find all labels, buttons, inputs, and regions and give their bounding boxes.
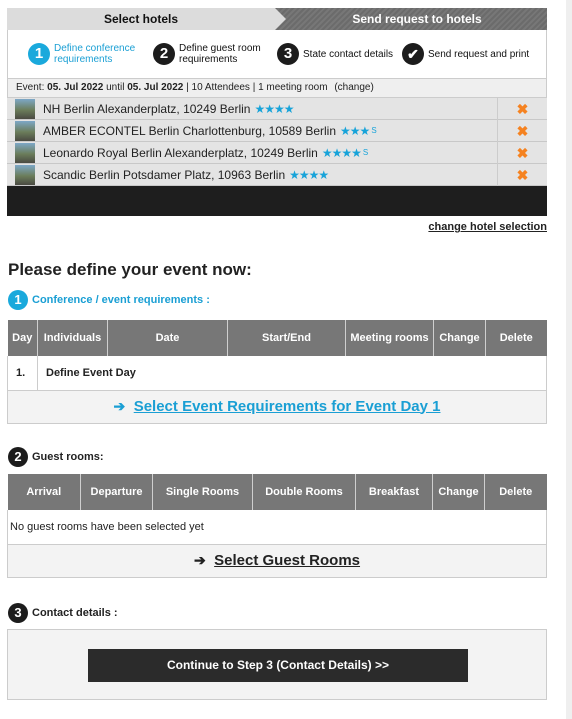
step-send: ✔ Send request and print xyxy=(402,30,529,78)
contact-panel: Continue to Step 3 (Contact Details) >> xyxy=(7,629,547,700)
step-2-label: Define guest room requirements xyxy=(179,43,261,65)
select-event-requirements-link[interactable]: Select Event Requirements for Event Day … xyxy=(134,398,441,415)
tab-send-request[interactable]: Send request to hotels xyxy=(275,8,547,30)
event-summary: Event: 05. Jul 2022 until 05. Jul 2022 |… xyxy=(7,78,547,98)
guest-rooms-heading: 2 Guest rooms: xyxy=(8,447,104,467)
page-title: Please define your event now: xyxy=(8,260,252,279)
step-guest-rooms: 2 Define guest room requirements xyxy=(153,30,277,78)
remove-hotel-icon[interactable]: ✖ xyxy=(497,163,547,186)
hotel-row: AMBER ECONTEL Berlin Charlottenburg, 105… xyxy=(7,119,547,142)
contact-heading: 3 Contact details : xyxy=(8,603,118,623)
hotel-row: Leonardo Royal Berlin Alexanderplatz, 10… xyxy=(7,141,547,164)
superior-badge: S xyxy=(371,126,377,135)
select-event-requirements-cell: ➔ Select Event Requirements for Event Da… xyxy=(7,389,547,424)
star-rating-icon: ★★★ xyxy=(340,123,370,138)
day-number: 1. xyxy=(7,356,38,391)
define-event-day: Define Event Day xyxy=(37,356,547,391)
step-1-icon: 1 xyxy=(28,43,50,65)
scrollbar[interactable] xyxy=(566,0,572,719)
change-hotel-selection-link[interactable]: change hotel selection xyxy=(428,221,547,233)
event-until: until xyxy=(106,82,125,93)
column-header: Change xyxy=(432,474,485,510)
column-header: Delete xyxy=(485,320,547,356)
hotel-photo xyxy=(15,142,35,163)
arrow-right-icon: ➔ xyxy=(193,551,206,568)
hotel-name[interactable]: NH Berlin Alexanderplatz, 10249 Berlin xyxy=(43,102,250,116)
column-header: Breakfast xyxy=(355,474,433,510)
tab-select-hotels[interactable]: Select hotels xyxy=(7,8,286,30)
column-header: Double Rooms xyxy=(252,474,356,510)
event-prefix: Event: xyxy=(16,82,45,93)
table-row: ➔ Select Event Requirements for Event Da… xyxy=(7,389,547,424)
column-header: Start/End xyxy=(227,320,346,356)
step-4-label: Send request and print xyxy=(428,48,530,60)
contact-heading-label: Contact details : xyxy=(32,607,118,619)
column-header: Departure xyxy=(80,474,153,510)
column-header: Single Rooms xyxy=(152,474,253,510)
hotel-photo xyxy=(15,98,35,119)
step-contact: 3 State contact details xyxy=(277,30,402,78)
guest-rooms-table: Arrival Departure Single Rooms Double Ro… xyxy=(7,474,547,578)
hotel-name[interactable]: Leonardo Royal Berlin Alexanderplatz, 10… xyxy=(43,146,318,160)
hotel-photo xyxy=(15,164,35,185)
wizard-steps: 1 Define conference requirements 2 Defin… xyxy=(7,30,547,78)
step-2-icon: 2 xyxy=(153,43,175,65)
event-end-date: 05. Jul 2022 xyxy=(127,82,184,93)
event-change-link[interactable]: (change) xyxy=(334,82,373,93)
conference-table: Day Individuals Date Start/End Meeting r… xyxy=(7,320,547,424)
table-row: No guest rooms have been selected yet xyxy=(7,510,547,545)
step-1-label: Define conference requirements xyxy=(54,43,136,65)
table-row: ➔ Select Guest Rooms xyxy=(7,543,547,578)
guest-rooms-heading-label: Guest rooms: xyxy=(32,451,104,463)
column-header: Change xyxy=(433,320,486,356)
remove-hotel-icon[interactable]: ✖ xyxy=(497,119,547,142)
arrow-right-icon: ➔ xyxy=(113,397,126,414)
remove-hotel-icon[interactable]: ✖ xyxy=(497,97,547,120)
hotel-row: Scandic Berlin Potsdamer Platz, 10963 Be… xyxy=(7,163,547,186)
step-1-badge-icon: 1 xyxy=(8,290,28,310)
hotel-row: NH Berlin Alexanderplatz, 10249 Berlin ★… xyxy=(7,97,547,120)
column-header: Arrival xyxy=(7,474,81,510)
wizard-tabs: Select hotels Send request to hotels xyxy=(7,8,547,30)
select-guest-rooms-link[interactable]: Select Guest Rooms xyxy=(214,552,360,569)
hotel-photo xyxy=(15,120,35,141)
column-header: Individuals xyxy=(37,320,108,356)
step-3-badge-icon: 3 xyxy=(8,603,28,623)
event-details: | 10 Attendees | 1 meeting room xyxy=(186,82,328,93)
select-guest-rooms-cell: ➔ Select Guest Rooms xyxy=(7,543,547,578)
star-rating-icon: ★★★★ xyxy=(321,145,362,160)
star-rating-icon: ★★★★ xyxy=(254,101,294,116)
column-header: Meeting rooms xyxy=(345,320,434,356)
column-header: Date xyxy=(107,320,228,356)
conference-heading-label: Conference / event requirements : xyxy=(32,294,210,306)
selected-hotels: Event: 05. Jul 2022 until 05. Jul 2022 |… xyxy=(7,78,547,216)
star-rating-icon: ★★★★ xyxy=(289,167,329,182)
continue-step-3-button[interactable]: Continue to Step 3 (Contact Details) >> xyxy=(88,649,468,682)
remove-hotel-icon[interactable]: ✖ xyxy=(497,141,547,164)
column-header: Day xyxy=(7,320,38,356)
event-start-date: 05. Jul 2022 xyxy=(47,82,104,93)
empty-message: No guest rooms have been selected yet xyxy=(7,510,547,545)
step-conference: 1 Define conference requirements xyxy=(28,30,153,78)
table-row: 1. Define Event Day xyxy=(7,356,547,391)
step-3-label: State contact details xyxy=(303,48,394,60)
superior-badge: S xyxy=(362,148,369,157)
column-header: Delete xyxy=(484,474,547,510)
hotel-name[interactable]: AMBER ECONTEL Berlin Charlottenburg, 105… xyxy=(43,124,336,138)
step-3-icon: 3 xyxy=(277,43,299,65)
step-2-badge-icon: 2 xyxy=(8,447,28,467)
hotel-name[interactable]: Scandic Berlin Potsdamer Platz, 10963 Be… xyxy=(43,168,285,182)
checkmark-icon: ✔ xyxy=(402,43,424,65)
conference-heading: 1 Conference / event requirements : xyxy=(8,290,210,310)
